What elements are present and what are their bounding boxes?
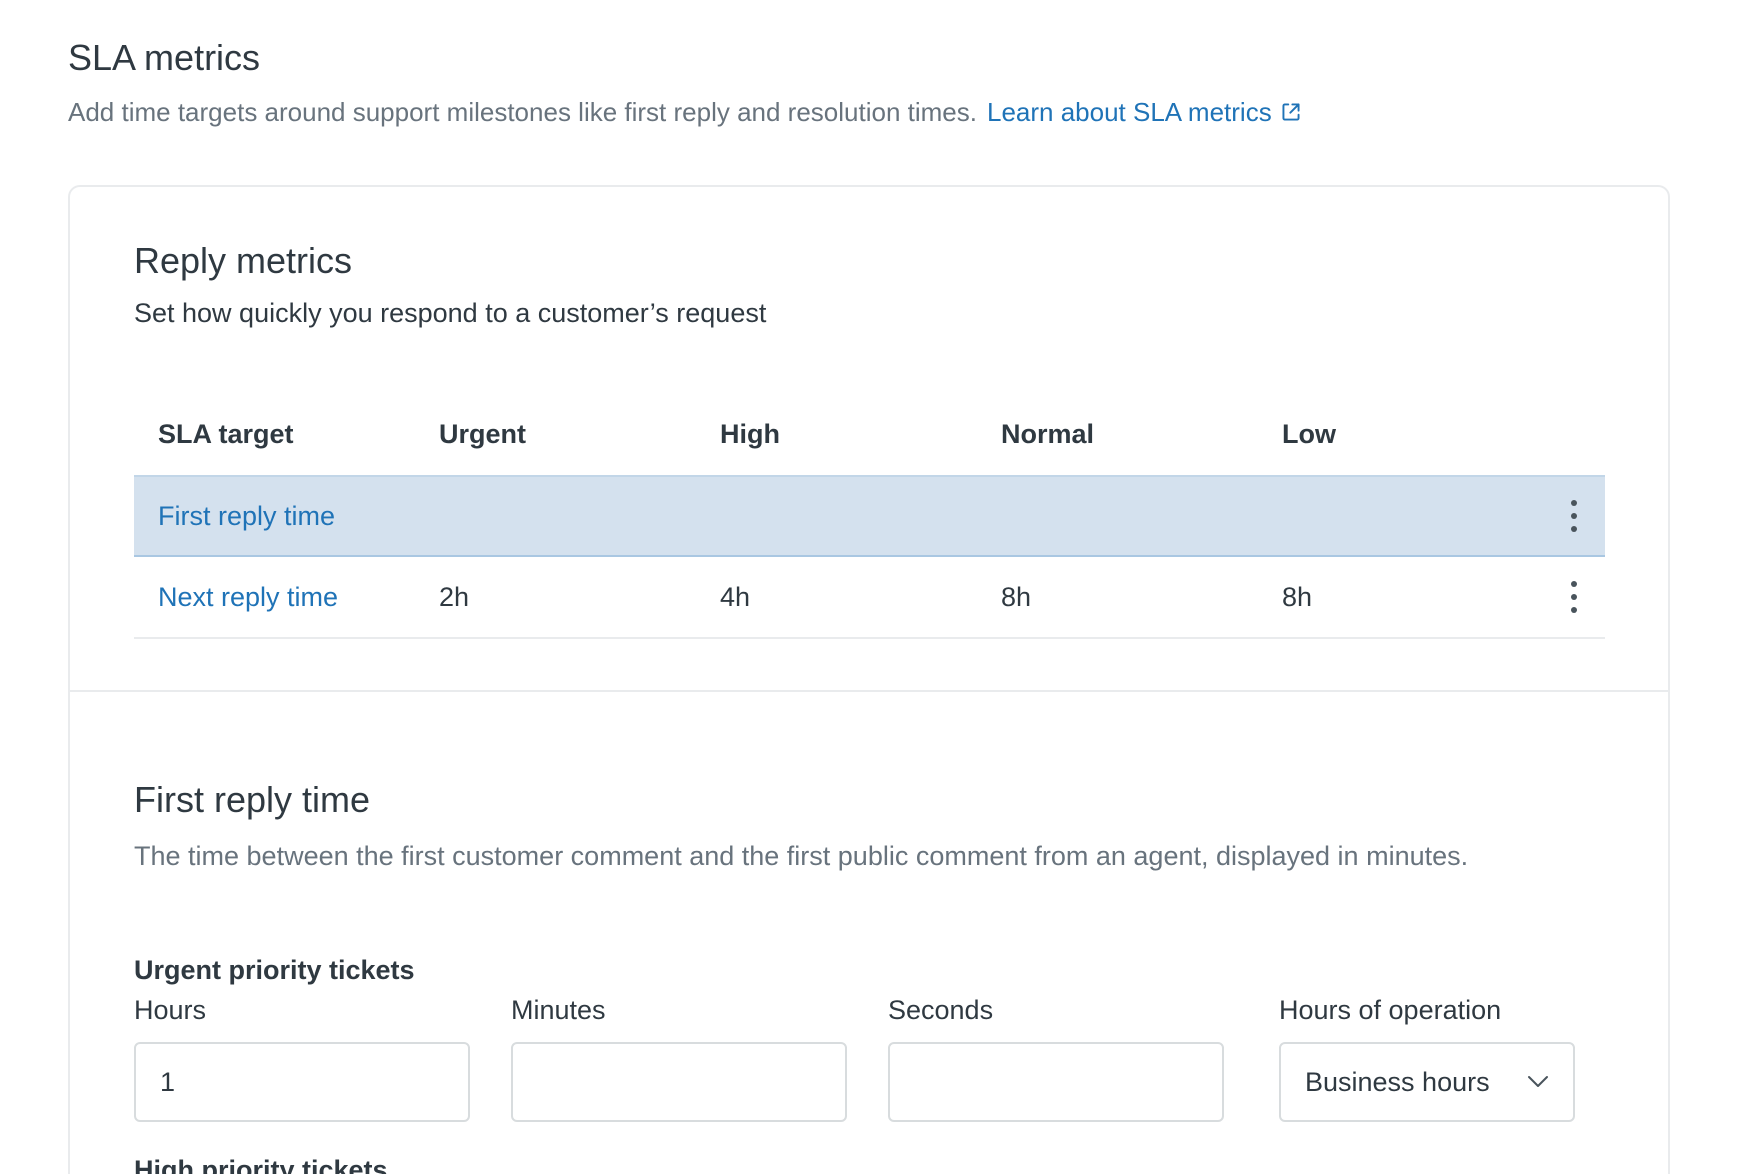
row-urgent-value: 2h [439, 581, 470, 612]
sla-settings-page: SLA metrics Add time targets around supp… [0, 0, 1748, 1174]
detail-title: First reply time [134, 779, 371, 820]
row-name-first-reply-time[interactable]: First reply time [134, 501, 415, 532]
hours-of-operation-value: Business hours [1305, 1066, 1490, 1097]
first-reply-time-detail: First reply time The time between the fi… [70, 692, 1668, 1174]
reply-metrics-table: SLA target Urgent High Normal Low First … [134, 393, 1605, 639]
external-link-icon [1282, 103, 1300, 121]
seconds-label: Seconds [888, 995, 994, 1025]
hours-label: Hours [134, 995, 207, 1025]
column-header-high: High [720, 418, 780, 449]
row-name-next-reply-time[interactable]: Next reply time [134, 582, 415, 613]
column-header-normal: Normal [1001, 418, 1095, 449]
row-overflow-menu-icon[interactable] [1569, 581, 1579, 613]
high-priority-label: High priority tickets [134, 1155, 388, 1174]
column-header-sla-target: SLA target [158, 418, 294, 449]
page-description-text: Add time targets around support mileston… [68, 97, 977, 127]
minutes-input[interactable] [511, 1042, 847, 1122]
table-row-first-reply-time[interactable]: First reply time [134, 475, 1605, 557]
page-title: SLA metrics [68, 37, 261, 78]
seconds-input[interactable] [888, 1042, 1224, 1122]
minutes-field-group: Minutes [511, 992, 847, 1122]
hours-of-operation-select[interactable]: Business hours [1279, 1042, 1575, 1122]
learn-about-sla-link[interactable]: Learn about SLA metrics [987, 92, 1302, 132]
seconds-field-group: Seconds [888, 992, 1224, 1122]
detail-description: The time between the first customer comm… [134, 841, 1469, 871]
reply-metrics-subtitle: Set how quickly you respond to a custome… [134, 298, 767, 328]
minutes-label: Minutes [511, 995, 606, 1025]
table-header-row: SLA target Urgent High Normal Low [134, 393, 1605, 475]
row-overflow-menu-icon[interactable] [1569, 500, 1579, 532]
hours-field-group: Hours [134, 992, 470, 1122]
chevron-down-icon [1528, 1076, 1548, 1087]
reply-metrics-title: Reply metrics [134, 240, 353, 281]
table-row-next-reply-time[interactable]: Next reply time 2h 4h 8h 8h [134, 557, 1605, 639]
learn-link-label: Learn about SLA metrics [986, 97, 1272, 127]
row-normal-value: 8h [1001, 581, 1032, 612]
urgent-priority-label: Urgent priority tickets [134, 955, 415, 985]
sla-policy-card: Reply metrics Set how quickly you respon… [68, 185, 1670, 1174]
row-low-value: 8h [1282, 581, 1313, 612]
hours-input[interactable] [134, 1042, 470, 1122]
page-description: Add time targets around support mileston… [68, 92, 1748, 132]
operation-field-group: Hours of operation Business hours [1279, 992, 1575, 1122]
row-high-value: 4h [720, 581, 751, 612]
reply-metrics-section: Reply metrics Set how quickly you respon… [70, 187, 1668, 692]
column-header-urgent: Urgent [439, 418, 526, 449]
urgent-priority-fields: Hours Minutes Seconds Hours of operation… [134, 992, 1604, 1122]
column-header-low: Low [1282, 418, 1336, 449]
hours-of-operation-label: Hours of operation [1279, 995, 1502, 1025]
